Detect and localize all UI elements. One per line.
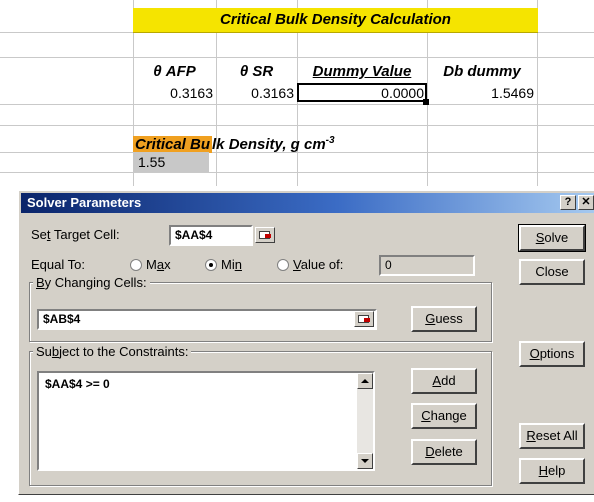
help-button[interactable]: Help <box>519 458 585 484</box>
change-post: hange <box>430 408 467 423</box>
radio-value-post: alue of: <box>300 257 344 272</box>
change-mnemonic: C <box>421 408 431 423</box>
changing-cells-mnemonic: B <box>36 275 45 290</box>
scroll-up-arrow[interactable] <box>357 373 373 389</box>
radio-value-mnemonic: V <box>293 257 301 272</box>
critical-bulk-density-value[interactable]: 1.55 <box>133 152 209 172</box>
active-cell-outline <box>297 83 427 102</box>
radio-max-mnemonic: a <box>156 257 165 272</box>
solve-post: olve <box>544 230 569 245</box>
constraints-pre: Su <box>36 344 52 359</box>
cell-theta-afp[interactable]: 0.3163 <box>133 83 213 103</box>
radio-min[interactable] <box>205 259 217 271</box>
solve-button[interactable]: Solve <box>518 224 586 252</box>
help-title-button[interactable]: ? <box>560 195 576 210</box>
changing-cells-title: By Changing Cells: <box>33 275 150 291</box>
set-target-pre: Se <box>31 227 47 242</box>
radio-min-pre: Mi <box>221 257 235 272</box>
radio-min-mnemonic: n <box>234 257 242 272</box>
fill-handle[interactable] <box>423 99 429 105</box>
set-target-post: Target Cell: <box>50 227 120 242</box>
constraints-list[interactable]: $AA$4 >= 0 <box>37 371 375 471</box>
help-post: elp <box>548 463 566 478</box>
label-rest: lk Density, g cm <box>212 136 326 153</box>
header-dummy-value[interactable]: Dummy Value <box>297 62 427 82</box>
value-of-input[interactable]: 0 <box>379 255 475 276</box>
radio-value-of[interactable] <box>277 259 289 271</box>
constraints-scrollbar[interactable] <box>357 373 373 469</box>
header-db-dummy[interactable]: Db dummy <box>427 62 537 82</box>
constraints-post: ject to the Constraints: <box>59 344 189 359</box>
radio-value-of-label[interactable]: Value of: <box>293 257 343 273</box>
help-mnemonic: H <box>538 463 549 478</box>
header-theta-afp[interactable]: θ AFP <box>133 62 216 82</box>
cell-theta-sr[interactable]: 0.3163 <box>216 83 294 103</box>
reset-all-button[interactable]: Reset All <box>519 423 585 449</box>
delete-mnemonic: D <box>425 444 435 459</box>
label-highlight: Critical Bu <box>133 136 213 153</box>
options-mnemonic: O <box>529 346 540 361</box>
solver-dialog: Solver Parameters ? ✕ Set Target Cell: $… <box>18 190 594 495</box>
constraint-item[interactable]: $AA$4 >= 0 <box>45 377 110 391</box>
add-mnemonic: A <box>432 373 442 388</box>
options-button[interactable]: Options <box>519 341 585 367</box>
options-post: ptions <box>539 346 575 361</box>
reset-mnemonic: R <box>526 428 536 443</box>
set-target-label: Set Target Cell: <box>31 227 120 243</box>
header-theta-sr[interactable]: θ SR <box>216 62 297 82</box>
delete-post: elete <box>434 444 463 459</box>
guess-mnemonic: G <box>425 311 436 326</box>
reset-post: eset All <box>535 428 578 443</box>
radio-max-label[interactable]: Max <box>146 257 171 273</box>
target-cell-ref-button[interactable] <box>255 227 275 243</box>
radio-max-post: x <box>164 257 171 272</box>
changing-cells-ref-button[interactable] <box>354 311 374 327</box>
sheet-title: Critical Bulk Density Calculation <box>133 8 538 33</box>
close-title-button[interactable]: ✕ <box>578 195 594 210</box>
close-button[interactable]: Close <box>519 259 585 285</box>
label-superscript: -3 <box>325 135 335 146</box>
add-button[interactable]: Add <box>411 368 477 394</box>
dialog-title: Solver Parameters <box>27 195 142 210</box>
radio-max-pre: M <box>146 257 157 272</box>
equal-to-label: Equal To: <box>31 257 85 272</box>
guess-button[interactable]: Guess <box>411 306 477 332</box>
add-post: dd <box>441 373 456 388</box>
change-button[interactable]: Change <box>411 403 477 429</box>
delete-button[interactable]: Delete <box>411 439 477 465</box>
guess-post: uess <box>435 311 463 326</box>
dialog-title-bar[interactable]: Solver Parameters <box>21 193 594 213</box>
critical-bulk-density-label: Critical Bu lk Density, g cm-3 <box>133 130 335 153</box>
scroll-down-arrow[interactable] <box>357 453 373 469</box>
cell-db-dummy[interactable]: 1.5469 <box>427 83 534 103</box>
constraints-title: Subject to the Constraints: <box>33 344 192 360</box>
target-cell-input[interactable]: $AA$4 <box>169 225 253 246</box>
radio-min-label[interactable]: Min <box>221 257 242 273</box>
changing-cells-input[interactable]: $AB$4 <box>37 309 377 330</box>
radio-max[interactable] <box>130 259 142 271</box>
changing-cells-post: y Changing Cells: <box>44 275 147 290</box>
